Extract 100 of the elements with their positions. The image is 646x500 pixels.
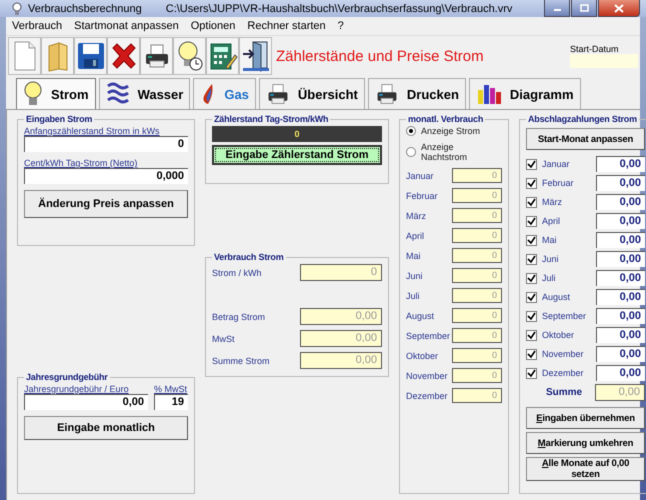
field-label: Jahresgrundgebühr / Euro [24,384,130,394]
radio-option[interactable]: Anzeige Nachtstrom [406,142,502,162]
window-title: Verbrauchsberechnung [28,2,142,14]
calculator-icon[interactable] [206,37,239,75]
month-checkbox[interactable]: Juni [526,254,559,264]
month-label: Juli [406,290,420,300]
tab[interactable]: Übersicht [258,78,365,109]
field-label: Strom / kWh [212,268,262,278]
output-field: 0,00 [300,330,382,347]
output-field: 0 [300,264,382,281]
close-button[interactable] [598,0,640,17]
file-path: C:\Users\JUPP\VR-Haushaltsbuch\Verbrauchserfassung\Verbrauch.vrv [166,2,512,14]
month-label: April [406,230,424,240]
delete-icon[interactable] [107,37,140,75]
field-label: % MwSt [154,384,188,394]
input-field[interactable]: 0,00 [596,365,645,381]
monthly-input-button[interactable]: Eingabe monatlich [24,416,188,440]
tab[interactable]: Diagramm [468,78,580,109]
output-field: 0 [452,208,502,223]
group-title: Abschlagzahlungen Strom [527,114,638,124]
input-field[interactable]: 0,00 [596,327,645,343]
menu-item[interactable]: Rechner starten [247,20,326,32]
month-checkbox[interactable]: April [526,216,560,226]
output-field: 0,00 [300,308,382,325]
output-field: 0 [452,348,502,363]
group-title: monatl. Verbrauch [407,114,484,124]
checkmark-icon [527,292,536,302]
close-icon [614,4,624,12]
month-label: September [406,330,450,340]
field-label: Cent/kWh Tag-Strom (Netto) [24,158,138,168]
input-field[interactable]: 19 [154,394,188,410]
input-field[interactable]: 0,00 [596,213,645,229]
month-checkbox[interactable]: August [526,292,570,302]
start-month-button[interactable]: Start-Monat anpassen [526,128,645,150]
input-field[interactable]: 0,00 [596,156,645,172]
action-button[interactable]: Markierung umkehren [526,432,645,454]
month-checkbox[interactable]: Juli [526,272,556,284]
tab[interactable]: Gas [193,78,256,109]
field-label: Anfangszählerstand Strom in kWs [24,126,161,136]
checkmark-icon [527,236,536,244]
output-field: 0 [452,308,502,323]
tab[interactable]: Strom [16,78,96,109]
input-field[interactable]: 0,00 [24,394,148,410]
printer-icon[interactable] [140,37,173,75]
tab[interactable]: Wasser [98,78,190,109]
printer-icon [266,82,290,106]
input-field[interactable]: 0,00 [596,194,645,210]
save-icon[interactable] [74,37,107,75]
radio-option[interactable]: Anzeige Strom [406,126,502,136]
checkmark-icon [527,160,536,168]
month-checkbox[interactable]: September [526,310,586,322]
maximize-icon [580,4,588,12]
month-label: August [406,310,434,320]
meter-input-button[interactable]: Eingabe Zählerstand Strom [212,145,382,165]
minimize-button[interactable] [544,0,570,17]
month-label: Oktober [406,350,438,360]
meter-display: 0 [212,126,382,142]
month-checkbox[interactable]: Februar [526,178,574,188]
action-button[interactable]: Eingaben übernehmen [526,407,645,429]
input-field[interactable]: 0,00 [596,308,645,324]
tab[interactable]: Drucken [368,78,466,109]
input-field[interactable]: 0,00 [596,270,645,286]
input-field[interactable]: 0,000 [24,168,188,184]
input-field[interactable]: 0,00 [596,251,645,267]
menu-item[interactable]: Startmonat anpassen [74,20,179,32]
maximize-button[interactable] [571,0,597,17]
input-field[interactable]: 0,00 [596,346,645,362]
month-checkbox[interactable]: Dezember [526,368,584,378]
output-field: 0 [452,388,502,403]
input-field[interactable]: 0,00 [596,175,645,191]
field-label: MwSt [212,334,234,344]
month-checkbox[interactable]: November [526,348,584,360]
month-checkbox[interactable]: Oktober [526,330,574,340]
checkmark-icon [527,368,536,378]
input-field[interactable]: 0,00 [596,289,645,305]
menu-item[interactable]: ? [338,20,344,32]
month-label: Januar [406,170,434,180]
menu-item[interactable]: Verbrauch [12,20,62,32]
output-field: 0,00 [300,352,382,369]
checkmark-icon [527,312,536,320]
printer-icon [374,82,399,106]
input-field[interactable]: 0,00 [596,232,645,248]
new-document-icon[interactable] [8,37,41,75]
section-heading: Zählerstände und Preise Strom [276,48,484,64]
adjust-price-button[interactable]: Änderung Preis anpassen [24,190,188,218]
action-button[interactable]: Alle Monate auf 0,00 setzen [526,457,645,481]
bulb-icon [12,2,22,16]
output-field: 0,00 [595,384,645,401]
input-field[interactable]: 0 [24,136,188,152]
exit-door-icon[interactable] [239,37,272,75]
month-checkbox[interactable]: Mai [526,234,557,246]
checkmark-icon [527,178,536,188]
output-field: 0 [452,248,502,263]
month-label: Mai [406,250,421,260]
group-title: Zählerstand Tag-Strom/kWh [213,114,330,124]
menu-item[interactable]: Optionen [190,20,236,32]
month-checkbox[interactable]: März [526,196,562,208]
lightbulb-icon [23,81,43,107]
month-checkbox[interactable]: Januar [526,158,570,170]
bulb-clock-icon[interactable] [173,37,206,75]
